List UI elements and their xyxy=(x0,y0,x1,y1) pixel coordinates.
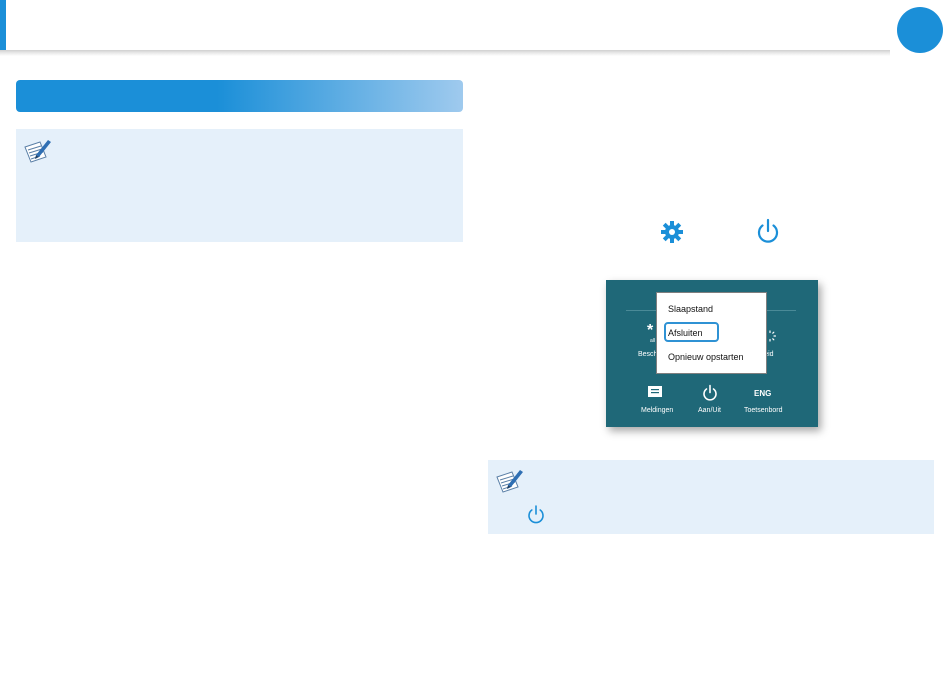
note-pen-icon xyxy=(24,140,51,163)
menu-item-sleep[interactable]: Slaapstand xyxy=(668,304,713,315)
note-pen-icon xyxy=(496,470,523,493)
chapter-badge xyxy=(897,7,943,53)
section-heading-bar xyxy=(16,80,463,112)
gear-icon xyxy=(661,221,683,243)
network-sub-label: all xyxy=(650,338,656,344)
network-icon: * xyxy=(647,322,654,339)
power-menu: Slaapstand Afsluiten Opnieuw opstarten xyxy=(656,292,767,374)
menu-item-shutdown[interactable]: Afsluiten xyxy=(668,328,703,339)
note-box xyxy=(488,460,934,534)
power-icon[interactable] xyxy=(702,384,718,402)
header-accent-bar xyxy=(0,0,6,51)
tile-label-toetsenbord: Toetsenbord xyxy=(744,407,783,414)
notifications-icon[interactable] xyxy=(648,386,662,397)
keyboard-language-glyph[interactable]: ENG xyxy=(754,389,771,398)
menu-item-restart[interactable]: Opnieuw opstarten xyxy=(668,352,744,363)
power-icon xyxy=(757,218,779,243)
power-icon xyxy=(528,505,544,524)
settings-panel-screenshot: * all Besch rheid Meldingen Aan/Uit ENG … xyxy=(606,280,818,427)
tile-label-beschikbaar: Besch xyxy=(638,351,658,358)
header-divider xyxy=(0,50,890,56)
tile-label-meldingen: Meldingen xyxy=(641,407,674,414)
note-box xyxy=(16,129,463,242)
tile-label-power: Aan/Uit xyxy=(698,407,721,414)
